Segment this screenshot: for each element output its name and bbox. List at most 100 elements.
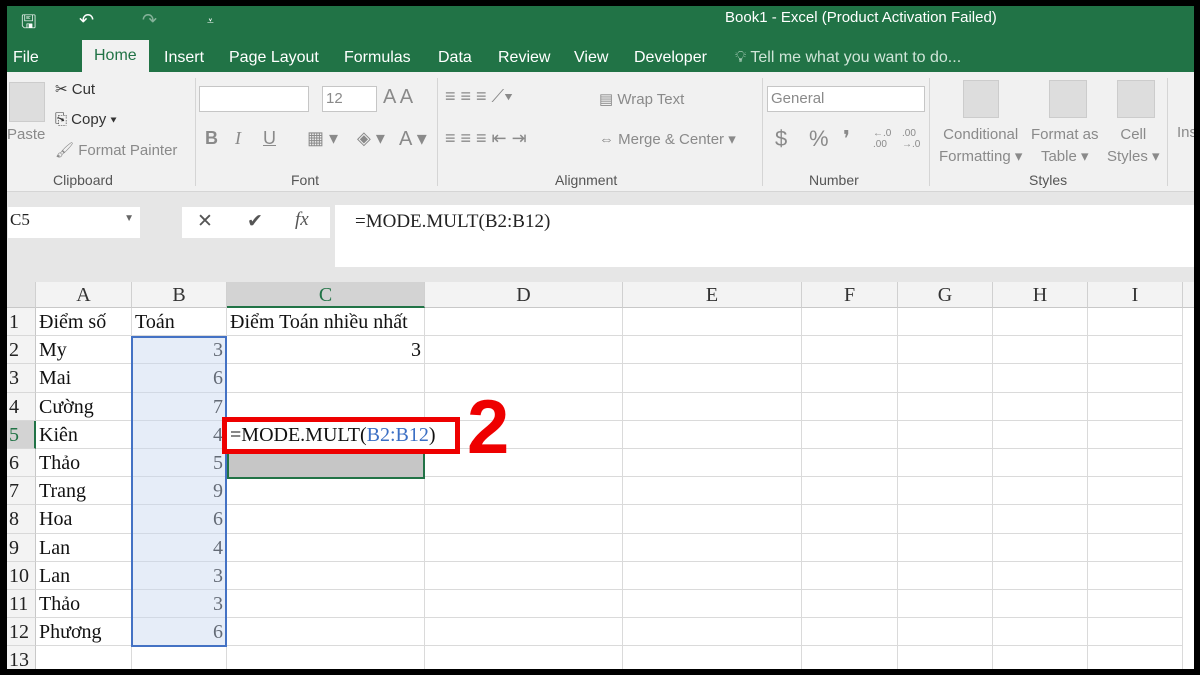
cell-G3[interactable]	[898, 364, 993, 393]
decrease-decimal-button[interactable]: .00 →.0	[902, 128, 932, 150]
cell-C11[interactable]	[227, 590, 425, 619]
insert-cells-button[interactable]: Ins	[1177, 124, 1194, 141]
chevron-down-icon[interactable]: ▼	[124, 213, 134, 224]
tab-home[interactable]: Home	[82, 40, 149, 72]
paste-icon[interactable]	[9, 82, 45, 122]
cell-D1[interactable]	[425, 308, 623, 337]
row-header[interactable]: 12	[7, 618, 36, 647]
cell-D8[interactable]	[425, 505, 623, 534]
cell-H11[interactable]	[993, 590, 1088, 619]
column-header-e[interactable]: E	[623, 282, 802, 308]
cell-E3[interactable]	[623, 364, 802, 393]
column-header-h[interactable]: H	[993, 282, 1088, 308]
cell-B8[interactable]: 6	[132, 505, 227, 534]
cell-H10[interactable]	[993, 561, 1088, 590]
cell-E13[interactable]	[623, 646, 802, 669]
row-header[interactable]: 8	[7, 505, 36, 534]
cell-F6[interactable]	[802, 449, 898, 478]
row-header[interactable]: 1	[7, 308, 36, 337]
cell-F13[interactable]	[802, 646, 898, 669]
save-icon[interactable]: 🖫	[21, 10, 36, 40]
formula-input[interactable]: =MODE.MULT(B2:B12)	[335, 205, 1194, 267]
format-as-table-icon[interactable]	[1049, 80, 1087, 118]
cell-G12[interactable]	[898, 618, 993, 647]
tab-insert[interactable]: Insert	[164, 44, 204, 72]
cell-F9[interactable]	[802, 533, 898, 562]
cell-A3[interactable]: Mai	[36, 364, 132, 393]
tab-formulas[interactable]: Formulas	[344, 44, 411, 72]
enter-icon[interactable]: ✔	[247, 210, 263, 232]
row-header[interactable]: 2	[7, 336, 36, 365]
copy-button[interactable]: ⎘ Copy ▾	[55, 111, 117, 128]
cell-E7[interactable]	[623, 477, 802, 506]
currency-button[interactable]: $	[775, 126, 787, 152]
column-header-g[interactable]: G	[898, 282, 993, 308]
cell-D11[interactable]	[425, 590, 623, 619]
tell-me-search[interactable]: 💡︎ Tell me what you want to do...	[735, 44, 961, 72]
cell-A13[interactable]	[36, 646, 132, 669]
row-header[interactable]: 3	[7, 364, 36, 393]
cell-B3[interactable]: 6	[132, 364, 227, 393]
cell-B11[interactable]: 3	[132, 590, 227, 619]
conditional-formatting-icon[interactable]	[963, 80, 999, 118]
cell-H3[interactable]	[993, 364, 1088, 393]
cell-G13[interactable]	[898, 646, 993, 669]
cell-I9[interactable]	[1088, 533, 1183, 562]
cell-G9[interactable]	[898, 533, 993, 562]
cell-H1[interactable]	[993, 308, 1088, 337]
row-header[interactable]: 13	[7, 646, 36, 669]
format-painter-button[interactable]: 🖌︎ Format Painter	[55, 141, 177, 159]
cell-B13[interactable]	[132, 646, 227, 669]
increase-decimal-button[interactable]: ←.0 .00	[873, 128, 903, 150]
bold-button[interactable]: B	[205, 128, 218, 149]
cell-styles-button[interactable]: Cell Styles ▾	[1107, 124, 1160, 168]
cell-C13[interactable]	[227, 646, 425, 669]
borders-icon[interactable]: ▦ ▾	[307, 128, 338, 149]
cell-G1[interactable]	[898, 308, 993, 337]
cell-D3[interactable]	[425, 364, 623, 393]
cell-I10[interactable]	[1088, 561, 1183, 590]
cell-D13[interactable]	[425, 646, 623, 669]
cell-E4[interactable]	[623, 392, 802, 421]
cell-B10[interactable]: 3	[132, 561, 227, 590]
cell-editor-c5[interactable]: =MODE.MULT(B2:B12)	[222, 417, 460, 454]
column-header-b[interactable]: B	[132, 282, 227, 308]
cell-styles-icon[interactable]	[1117, 80, 1155, 118]
cell-F3[interactable]	[802, 364, 898, 393]
select-all-corner[interactable]	[7, 282, 36, 308]
merge-center-button[interactable]: ⇔ Merge & Center ▾	[599, 130, 736, 148]
cell-E5[interactable]	[623, 420, 802, 449]
conditional-formatting-button[interactable]: Conditional Formatting ▾	[939, 124, 1022, 168]
row-header[interactable]: 6	[7, 449, 36, 478]
cell-G6[interactable]	[898, 449, 993, 478]
row-header[interactable]: 4	[7, 392, 36, 421]
cell-F1[interactable]	[802, 308, 898, 337]
cell-D12[interactable]	[425, 618, 623, 647]
underline-button[interactable]: U	[263, 128, 276, 149]
cell-G10[interactable]	[898, 561, 993, 590]
cell-H13[interactable]	[993, 646, 1088, 669]
cell-I4[interactable]	[1088, 392, 1183, 421]
cell-I6[interactable]	[1088, 449, 1183, 478]
cell-F8[interactable]	[802, 505, 898, 534]
cell-E9[interactable]	[623, 533, 802, 562]
cell-C10[interactable]	[227, 561, 425, 590]
font-size-buttons[interactable]: A A	[383, 86, 413, 109]
cell-I2[interactable]	[1088, 336, 1183, 365]
tab-review[interactable]: Review	[498, 44, 550, 72]
cell-H2[interactable]	[993, 336, 1088, 365]
cell-A4[interactable]: Cường	[36, 392, 132, 421]
cell-I8[interactable]	[1088, 505, 1183, 534]
cell-G11[interactable]	[898, 590, 993, 619]
tab-data[interactable]: Data	[438, 44, 472, 72]
tab-file[interactable]: File	[13, 44, 39, 72]
comma-button[interactable]: ❜	[843, 126, 850, 152]
cell-E11[interactable]	[623, 590, 802, 619]
font-name-input[interactable]	[199, 86, 309, 112]
fill-color-icon[interactable]: ◈ ▾	[357, 128, 385, 149]
font-color-icon[interactable]: A ▾	[399, 126, 427, 151]
column-header-i[interactable]: I	[1088, 282, 1183, 308]
paste-button[interactable]: Paste	[7, 126, 45, 143]
cell-I1[interactable]	[1088, 308, 1183, 337]
cell-F12[interactable]	[802, 618, 898, 647]
